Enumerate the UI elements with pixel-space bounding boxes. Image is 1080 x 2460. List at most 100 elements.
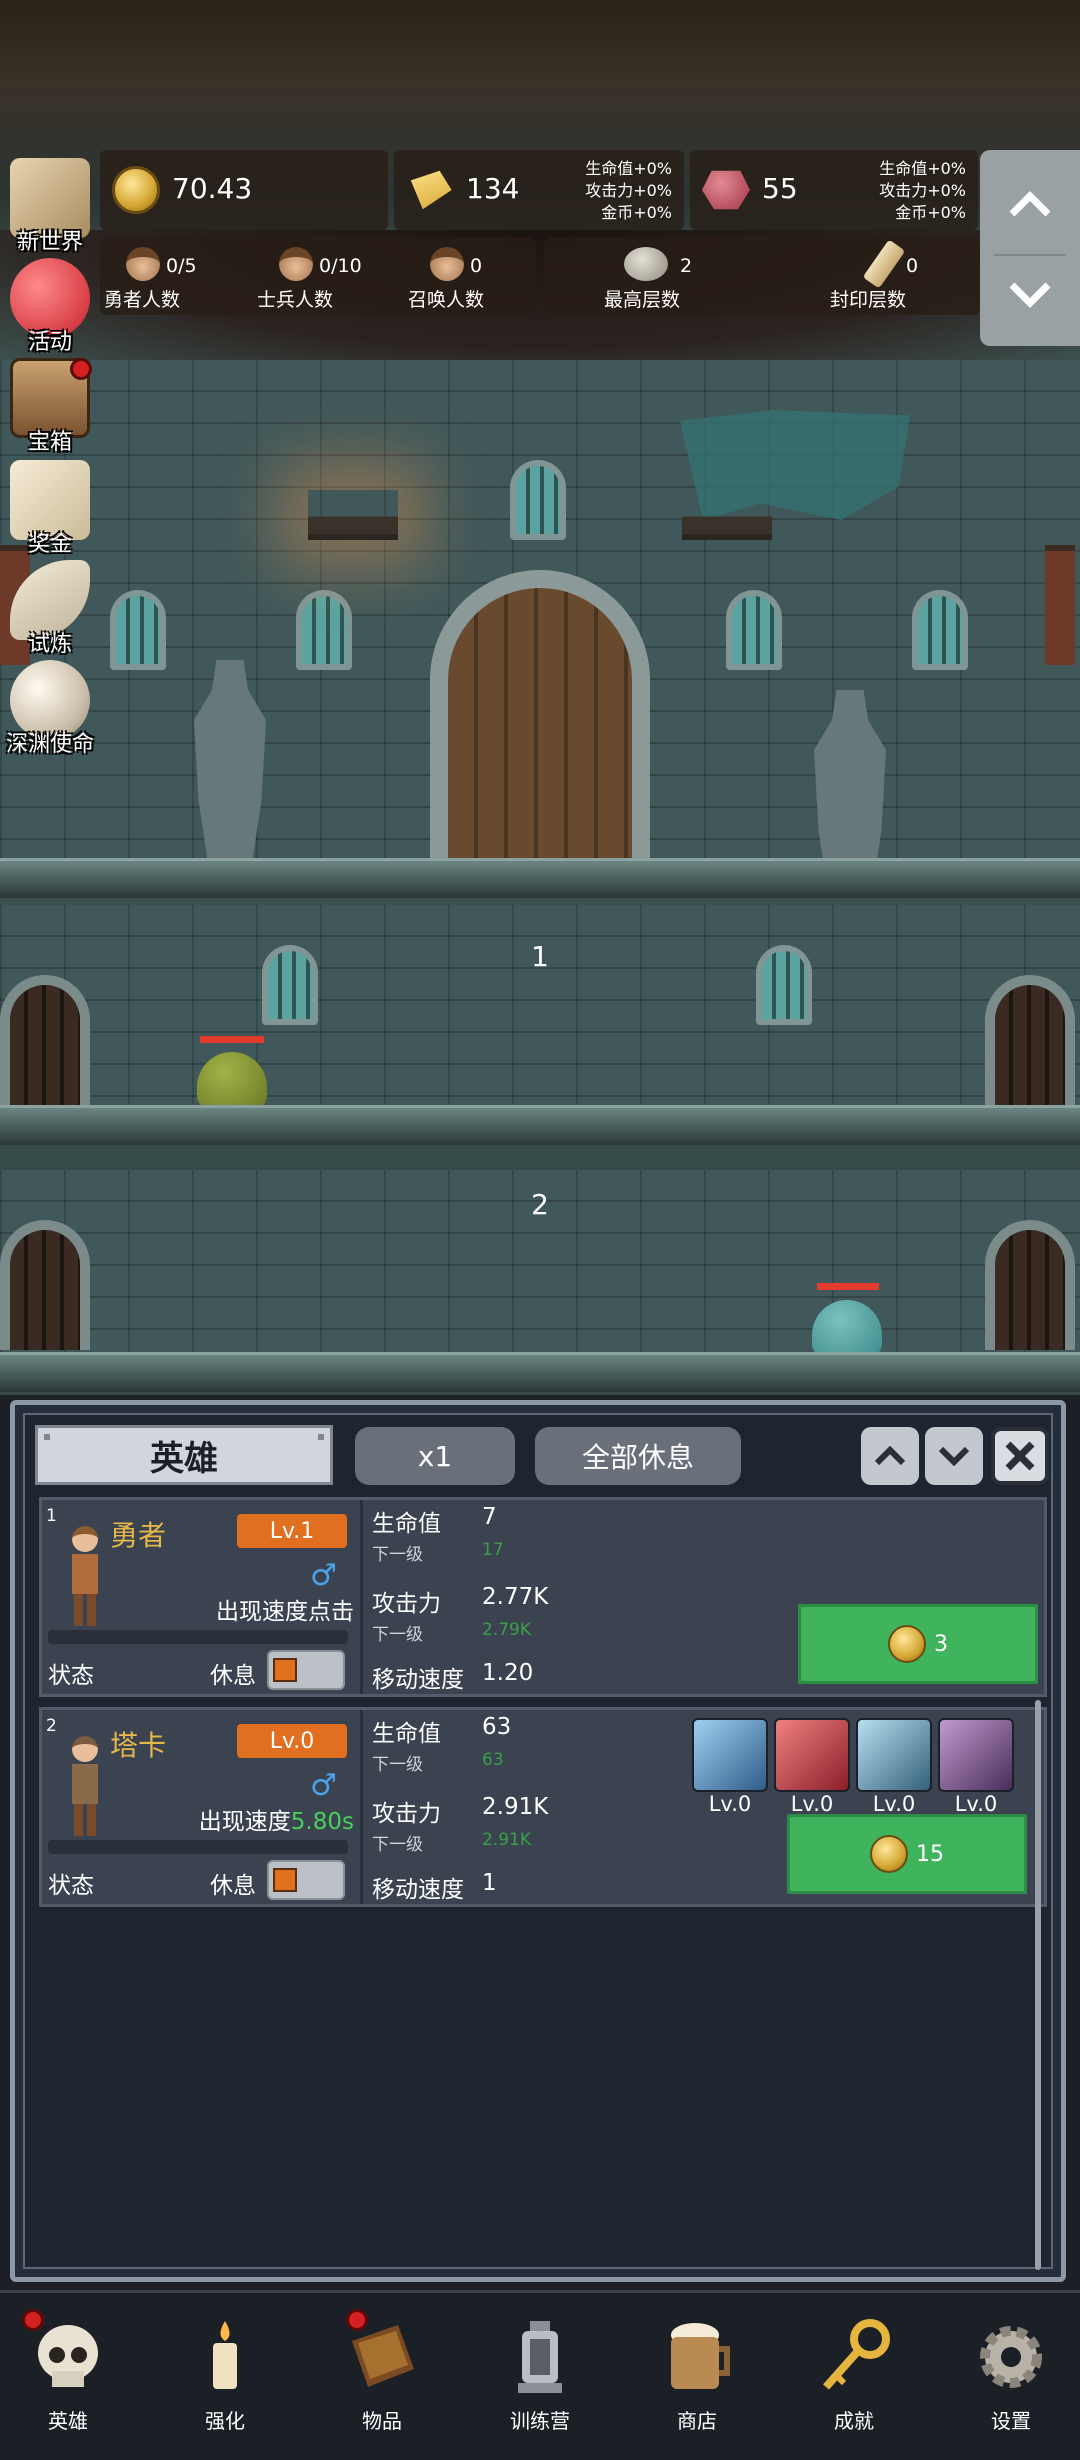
panel-scrollbar[interactable] bbox=[1035, 1700, 1041, 2270]
hero-level-badge: Lv.0 bbox=[237, 1724, 347, 1758]
hero-card[interactable]: 2 塔卡 Lv.0 ♂ 出现速度5.80s 状态 休息 生命值 63 下一级 6… bbox=[39, 1707, 1047, 1907]
close-icon bbox=[1005, 1441, 1035, 1471]
window bbox=[726, 590, 782, 670]
nav-label: 训练营 bbox=[510, 2409, 570, 2433]
rest-toggle[interactable] bbox=[267, 1860, 345, 1900]
scroll-icon bbox=[862, 239, 906, 289]
rest-label: 休息 bbox=[210, 1873, 256, 1899]
hp-next-label: 下一级 bbox=[372, 1755, 423, 1775]
hp-value: 7 bbox=[482, 1504, 497, 1530]
upgrade-button[interactable]: 15 bbox=[787, 1814, 1027, 1894]
speed-label: 移动速度 bbox=[372, 1877, 464, 1903]
side-event[interactable]: 活动 bbox=[0, 258, 100, 355]
skill-level: Lv.0 bbox=[954, 1792, 998, 1816]
notification-dot bbox=[70, 358, 92, 380]
hero-xp-bar bbox=[48, 1840, 348, 1854]
castle-gate bbox=[430, 570, 650, 860]
hp-label: 生命值 bbox=[372, 1721, 441, 1747]
side-new-world[interactable]: 新世界 bbox=[0, 158, 100, 255]
skill-slot-shield[interactable]: Lv.0 bbox=[692, 1718, 768, 1816]
floor-counts: 2 最高层数 0 封印层数 bbox=[544, 237, 980, 315]
hero-index: 2 bbox=[46, 1716, 57, 1736]
hero-sprite bbox=[66, 1736, 104, 1836]
tab-hero[interactable]: 英雄 bbox=[35, 1425, 333, 1485]
skill-slot-boot[interactable]: Lv.0 bbox=[856, 1718, 932, 1816]
hero-face-icon bbox=[126, 247, 160, 281]
upgrade-button[interactable]: 3 bbox=[798, 1604, 1038, 1684]
floor-ledge bbox=[0, 1352, 1080, 1392]
panel-close-button[interactable] bbox=[991, 1427, 1049, 1485]
window bbox=[912, 590, 968, 670]
summon-count-label: 召唤人数 bbox=[408, 289, 485, 311]
key-icon bbox=[814, 2317, 894, 2397]
soldier-face-icon bbox=[279, 247, 313, 281]
notification-dot bbox=[346, 2309, 368, 2331]
soldier-count-value: 0/10 bbox=[319, 255, 362, 277]
gem-bonus: 生命值+0% 攻击力+0% 金币+0% bbox=[879, 158, 966, 224]
atk-value: 2.77K bbox=[482, 1584, 549, 1610]
rest-all-button[interactable]: 全部休息 bbox=[535, 1427, 741, 1485]
nav-settings[interactable]: 设置 bbox=[951, 2307, 1071, 2447]
speed-multiplier-button[interactable]: x1 bbox=[355, 1427, 515, 1485]
hero-card[interactable]: 1 勇者 Lv.1 ♂ 出现速度点击 状态 休息 生命值 7 下一级 17 攻击… bbox=[39, 1497, 1047, 1697]
beer-mug-icon bbox=[657, 2317, 737, 2397]
coin-value: 70.43 bbox=[172, 172, 253, 205]
banner bbox=[1045, 545, 1075, 665]
sealed-floor-value: 0 bbox=[906, 255, 919, 277]
axe-skill-icon bbox=[774, 1718, 850, 1792]
max-floor-label: 最高层数 bbox=[604, 289, 681, 311]
scroll-up-button[interactable] bbox=[994, 164, 1066, 244]
window bbox=[110, 590, 166, 670]
monster-hp-bar bbox=[200, 1036, 264, 1043]
floor-ledge bbox=[0, 858, 1080, 898]
chevron-down-icon bbox=[938, 1446, 970, 1467]
nav-achievement[interactable]: 成就 bbox=[794, 2307, 914, 2447]
skill-slot-axe[interactable]: Lv.0 bbox=[774, 1718, 850, 1816]
atk-next-value: 2.91K bbox=[482, 1830, 531, 1850]
speed-label: 移动速度 bbox=[372, 1667, 464, 1693]
notification-dot bbox=[22, 2309, 44, 2331]
hero-xp-bar bbox=[48, 1630, 348, 1644]
divider bbox=[360, 1710, 363, 1904]
skill-slot-hammer[interactable]: Lv.0 bbox=[938, 1718, 1014, 1816]
side-chest[interactable]: 宝箱 bbox=[0, 358, 100, 455]
skill-level: Lv.0 bbox=[790, 1792, 834, 1816]
hp-next-value: 63 bbox=[482, 1750, 504, 1770]
rest-toggle[interactable] bbox=[267, 1650, 345, 1690]
window bbox=[296, 590, 352, 670]
hero-appear-speed[interactable]: 出现速度点击 bbox=[216, 1592, 354, 1626]
hp-value: 63 bbox=[482, 1714, 512, 1740]
coin-icon bbox=[888, 1625, 926, 1663]
atk-next-label: 下一级 bbox=[372, 1835, 423, 1855]
lantern-icon bbox=[500, 2317, 580, 2397]
nav-items[interactable]: 物品 bbox=[322, 2307, 442, 2447]
side-abyss-mission[interactable]: 深渊使命 bbox=[0, 660, 100, 757]
coin-resource: 70.43 bbox=[100, 150, 388, 230]
nav-enhance[interactable]: 强化 bbox=[165, 2307, 285, 2447]
nav-label: 设置 bbox=[991, 2409, 1031, 2433]
upgrade-cost: 15 bbox=[916, 1841, 944, 1867]
side-bonus[interactable]: 奖金 bbox=[0, 460, 100, 557]
nav-label: 物品 bbox=[362, 2409, 402, 2433]
nav-hero[interactable]: 英雄 bbox=[8, 2307, 128, 2447]
sealed-floor-label: 封印层数 bbox=[830, 289, 907, 311]
male-gender-icon: ♂ bbox=[310, 1558, 337, 1593]
divider bbox=[360, 1500, 363, 1694]
chandelier-lit bbox=[308, 490, 398, 540]
panel-up-button[interactable] bbox=[861, 1427, 919, 1485]
rest-label: 休息 bbox=[210, 1663, 256, 1689]
nav-training-camp[interactable]: 训练营 bbox=[480, 2307, 600, 2447]
side-trial[interactable]: 试炼 bbox=[0, 560, 100, 657]
max-floor-value: 2 bbox=[680, 255, 693, 277]
bonus-hp: 生命值+0% bbox=[585, 159, 672, 178]
side-label: 宝箱 bbox=[27, 430, 72, 455]
panel-down-button[interactable] bbox=[925, 1427, 983, 1485]
hp-label: 生命值 bbox=[372, 1511, 441, 1537]
scroll-down-button[interactable] bbox=[994, 254, 1066, 334]
floor-number: 1 bbox=[531, 940, 549, 973]
hammer-skill-icon bbox=[938, 1718, 1014, 1792]
hero-count-value: 0/5 bbox=[166, 255, 197, 277]
nav-shop[interactable]: 商店 bbox=[637, 2307, 757, 2447]
window bbox=[510, 460, 566, 540]
soldier-count: 0/10 士兵人数 bbox=[255, 237, 405, 315]
